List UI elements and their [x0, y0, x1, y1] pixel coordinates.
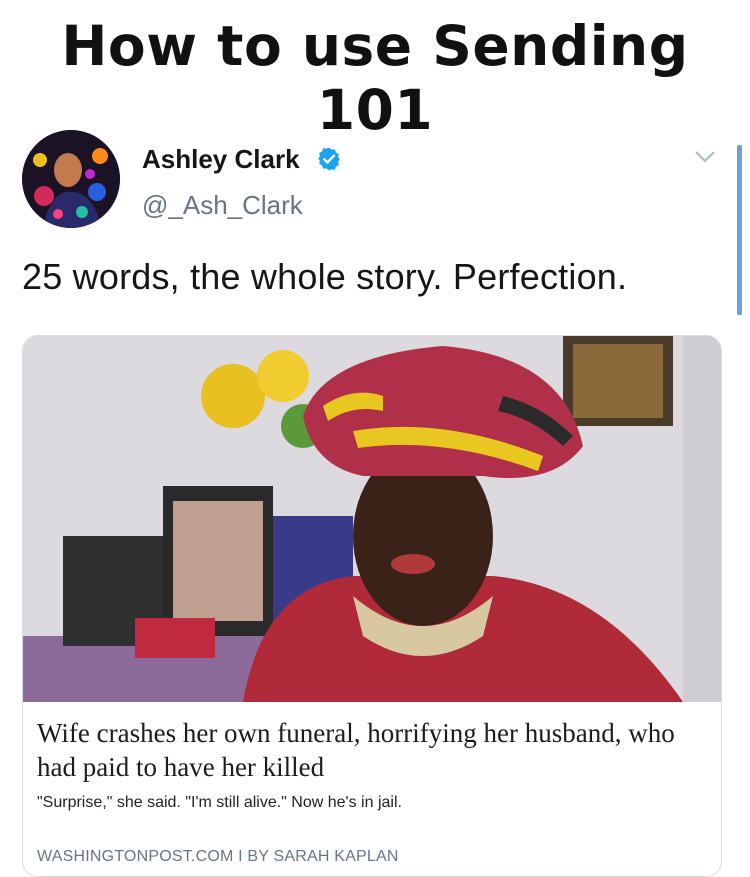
- tweet[interactable]: Ashley Clark @_Ash_Clark 25 words, the w…: [22, 128, 734, 877]
- scroll-indicator[interactable]: [737, 145, 742, 315]
- verified-badge-icon: [318, 147, 340, 171]
- tweet-text: 25 words, the whole story. Perfection.: [22, 256, 628, 297]
- chevron-down-icon[interactable]: [694, 150, 716, 164]
- card-image[interactable]: [23, 336, 721, 702]
- meme-title: How to use Sending 101: [61, 14, 689, 142]
- card-headline[interactable]: Wife crashes her own funeral, horrifying…: [37, 716, 707, 784]
- card-description: "Surprise," she said. "I'm still alive."…: [37, 794, 402, 811]
- avatar-image: [22, 130, 120, 228]
- avatar[interactable]: [22, 130, 120, 228]
- display-name[interactable]: Ashley Clark: [142, 144, 300, 175]
- card-source[interactable]: WASHINGTONPOST.COM I BY SARAH KAPLAN: [37, 848, 399, 866]
- link-card[interactable]: Wife crashes her own funeral, horrifying…: [22, 335, 722, 877]
- user-handle[interactable]: @_Ash_Clark: [142, 190, 303, 221]
